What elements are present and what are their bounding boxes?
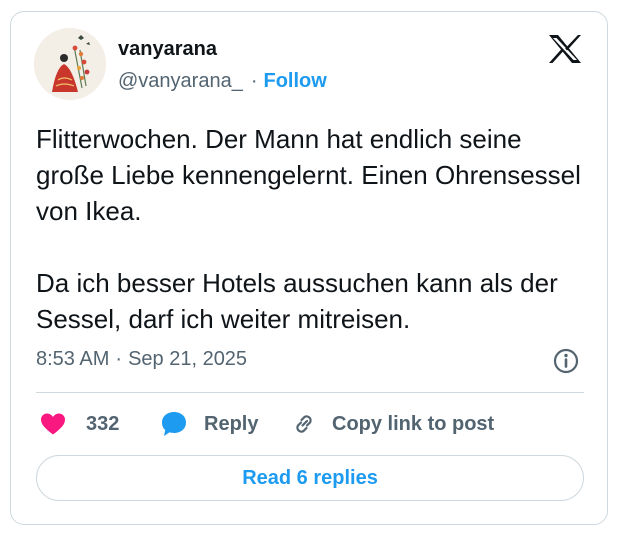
dot-separator: · <box>115 348 123 370</box>
dot-separator: · <box>250 70 258 92</box>
heart-icon <box>41 413 65 435</box>
like-count: 332 <box>86 412 120 435</box>
display-name[interactable]: vanyarana <box>118 38 217 61</box>
copy-link-label: Copy link to post <box>332 412 495 435</box>
tweet-paragraph: Flitterwochen. Der Mann hat endlich sein… <box>36 124 581 226</box>
copy-link-button[interactable]: Copy link to post <box>290 406 494 442</box>
like-button[interactable]: 332 <box>40 406 119 442</box>
speech-bubble-icon <box>162 412 186 436</box>
link-icon <box>296 415 312 433</box>
tweet-text: Flitterwochen. Der Mann hat endlich sein… <box>36 121 596 337</box>
avatar-illustration <box>34 28 106 100</box>
tweet-time: 8:53 AM <box>36 348 110 370</box>
follow-button[interactable]: Follow <box>264 70 327 92</box>
handle-row: @vanyarana_ · Follow <box>118 70 327 93</box>
tweet-date: Sep 21, 2025 <box>128 348 248 370</box>
handle[interactable]: @vanyarana_ <box>118 70 243 92</box>
avatar[interactable] <box>34 28 106 100</box>
action-bar: 332 Reply Copy link to post <box>36 406 584 442</box>
reply-button[interactable]: Reply <box>160 406 258 442</box>
info-icon[interactable] <box>552 347 580 375</box>
divider <box>36 392 584 393</box>
tweet-paragraph: Da ich besser Hotels aussuchen kann als … <box>36 268 558 334</box>
tweet-timestamp[interactable]: 8:53 AM · Sep 21, 2025 <box>36 348 247 371</box>
read-replies-button[interactable]: Read 6 replies <box>36 455 584 501</box>
x-logo-icon[interactable] <box>548 34 582 64</box>
reply-label: Reply <box>204 412 259 435</box>
